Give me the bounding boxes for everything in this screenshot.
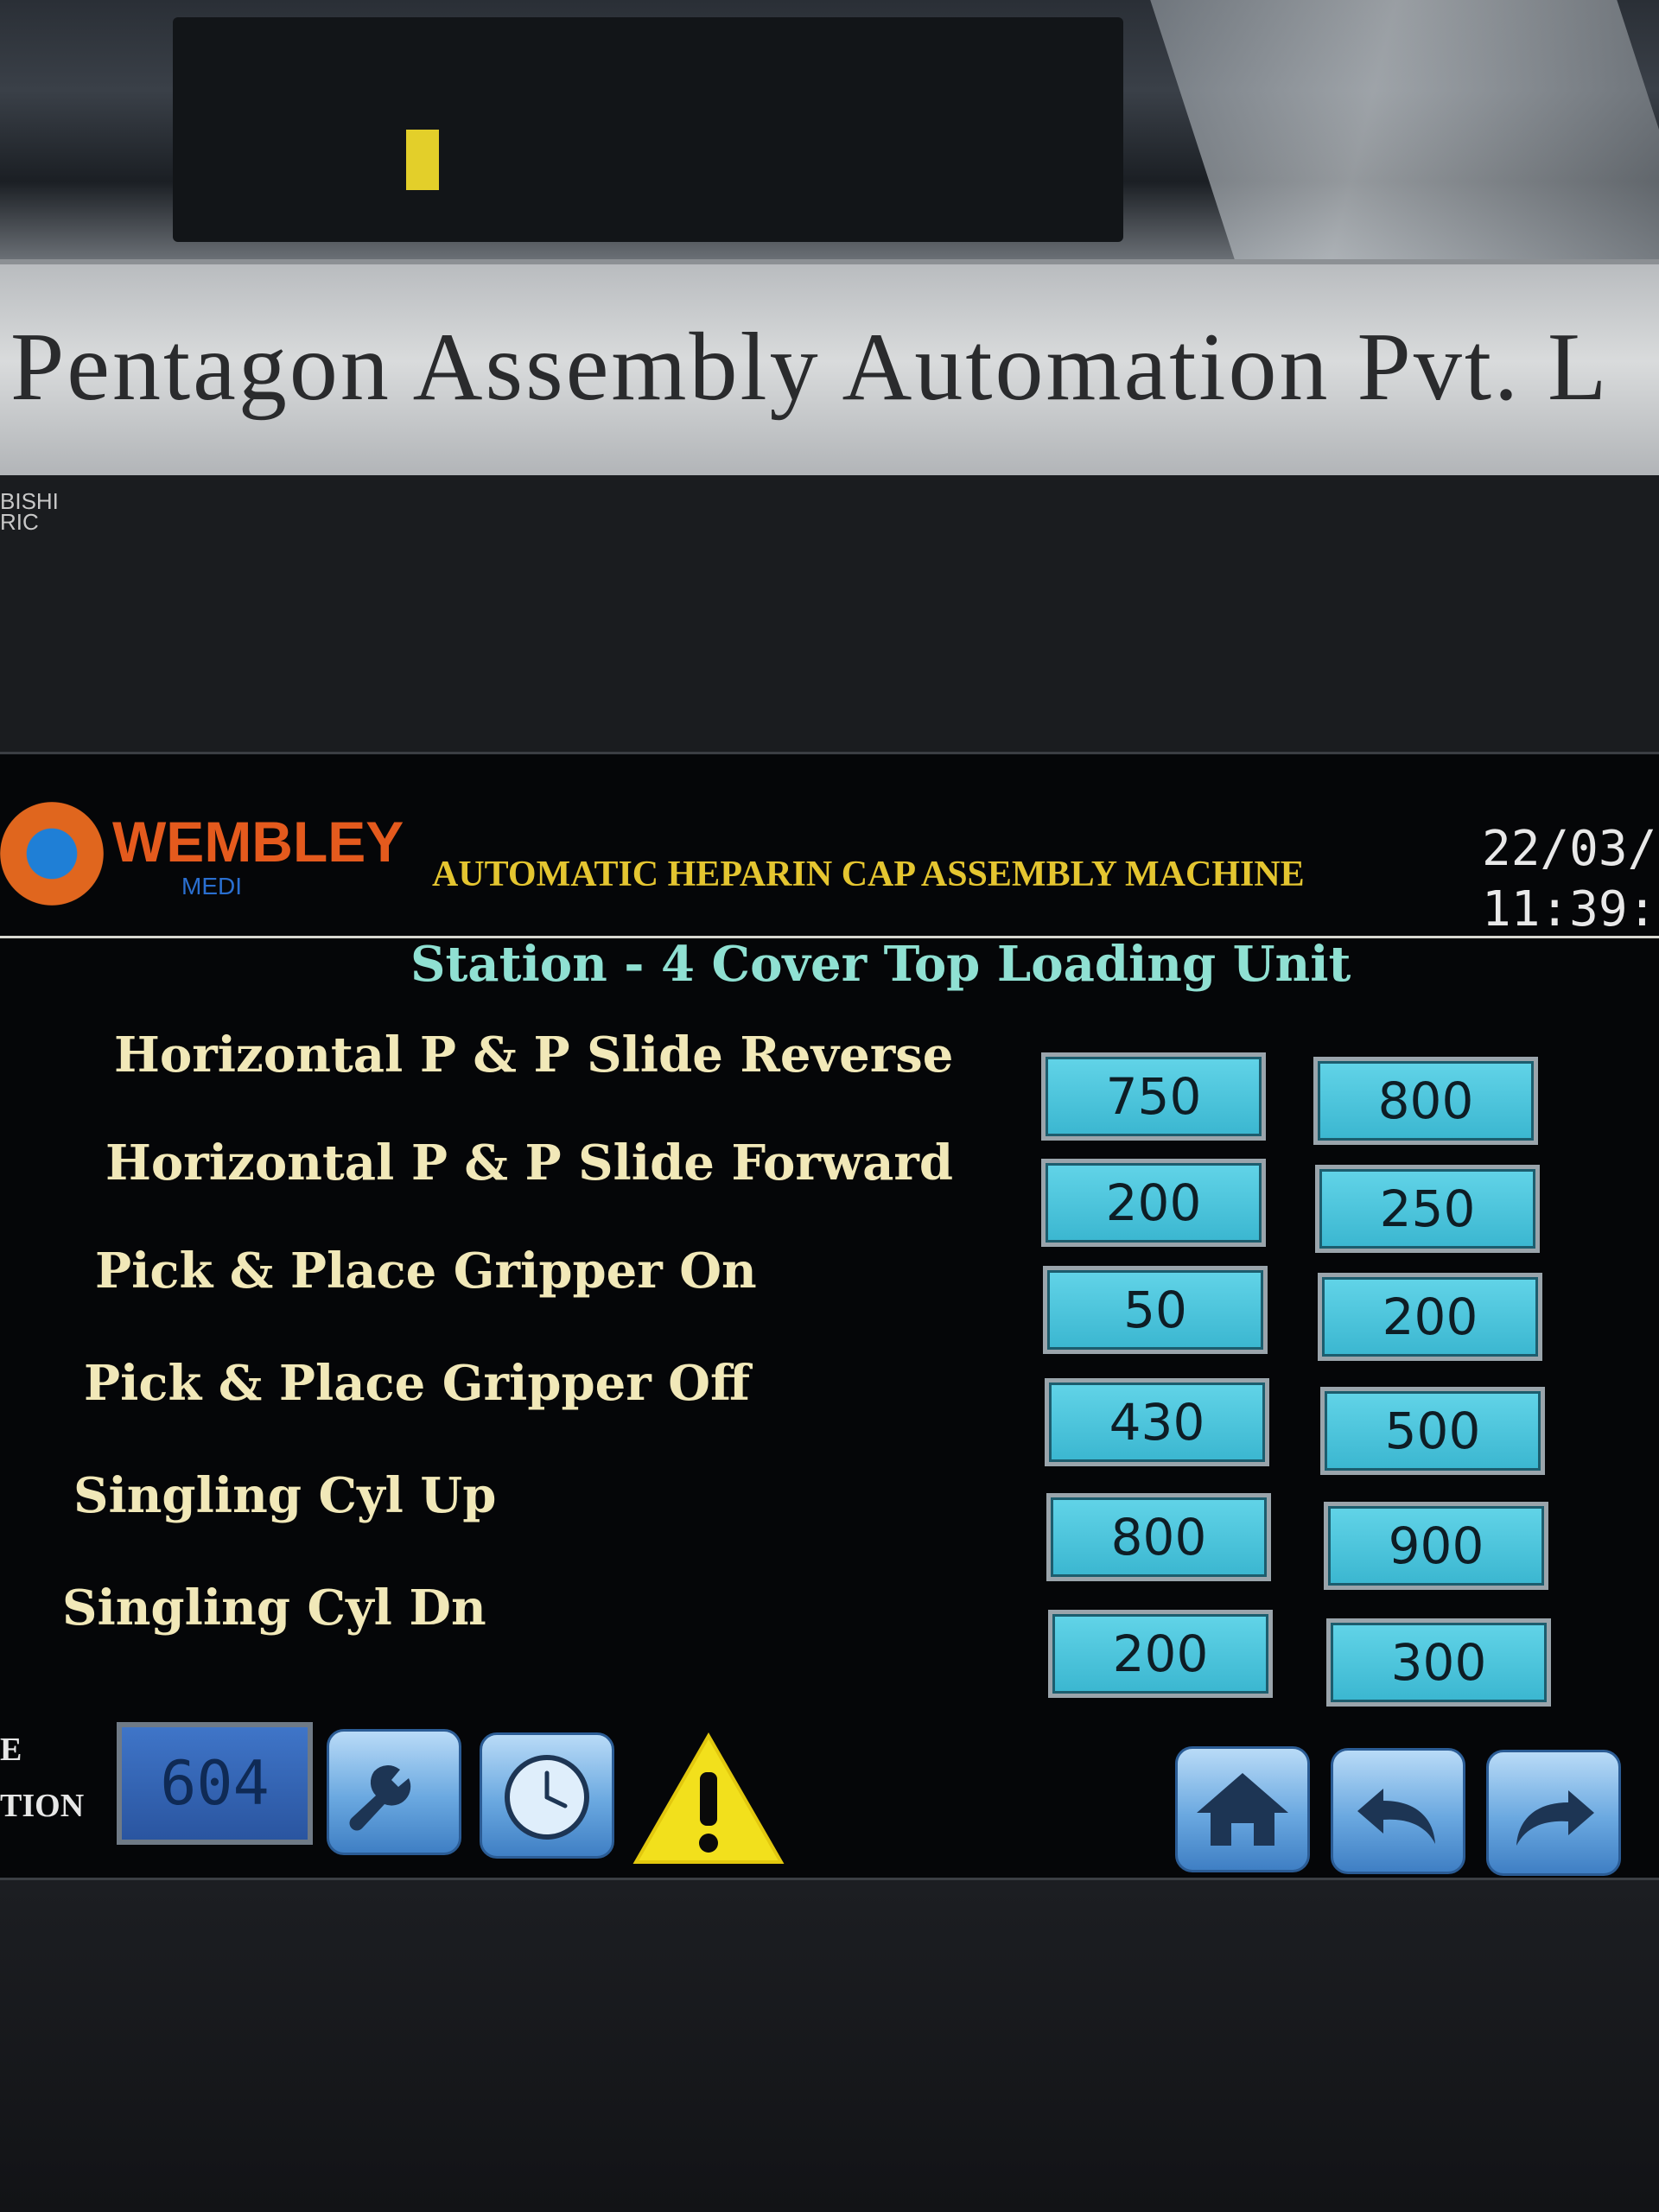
wrench-icon (349, 1765, 411, 1831)
forward-button[interactable] (1486, 1750, 1621, 1876)
production-counter: 604 (117, 1722, 313, 1845)
slide-reverse-value-b[interactable]: 800 (1313, 1057, 1538, 1145)
singling-dn-value-b[interactable]: 300 (1326, 1618, 1551, 1707)
timer-button[interactable] (480, 1732, 614, 1859)
time-display: 11:39:2 (1482, 881, 1659, 938)
singling-up-value-b[interactable]: 900 (1324, 1502, 1548, 1590)
slide-forward-value-b[interactable]: 250 (1315, 1165, 1540, 1253)
slide-reverse-value-a[interactable]: 750 (1041, 1052, 1266, 1141)
machine-housing (173, 17, 1123, 242)
wembley-logo: WEMBLEY MEDI (0, 793, 415, 906)
settings-button[interactable] (327, 1729, 461, 1855)
brand-label-line2: RIC (0, 509, 39, 535)
home-button[interactable] (1175, 1746, 1310, 1872)
row-label-singling-cyl-dn: Singling Cyl Dn (62, 1580, 486, 1637)
row-label-slide-reverse: Horizontal P & P Slide Reverse (114, 1027, 954, 1084)
hmi-brand-label: BISHI RIC (0, 490, 59, 535)
nameplate: Pentagon Assembly Automation Pvt. L (0, 259, 1659, 486)
screen-header: WEMBLEY MEDI AUTOMATIC HEPARIN CAP ASSEM… (0, 772, 1659, 938)
bezel-lower (0, 1880, 1659, 2212)
forward-arrow-icon (1516, 1790, 1594, 1846)
side-label-line1: E (0, 1732, 22, 1768)
row-label-slide-forward: Horizontal P & P Slide Forward (105, 1135, 954, 1192)
hmi-screen: WEMBLEY MEDI AUTOMATIC HEPARIN CAP ASSEM… (0, 752, 1659, 1881)
gripper-on-value-b[interactable]: 200 (1318, 1273, 1542, 1361)
yellow-marker (406, 130, 439, 190)
logo-text: WEMBLEY (112, 810, 404, 874)
machine-title: AUTOMATIC HEPARIN CAP ASSEMBLY MACHINE (432, 855, 1305, 894)
station-title: Station - 4 Cover Top Loading Unit (410, 936, 1351, 993)
logo-subtext: MEDI (181, 873, 242, 899)
side-label-line2: TION (0, 1788, 85, 1824)
back-arrow-icon (1357, 1789, 1435, 1844)
row-label-gripper-on: Pick & Place Gripper On (95, 1243, 757, 1300)
row-label-gripper-off: Pick & Place Gripper Off (84, 1355, 751, 1412)
gripper-on-value-a[interactable]: 50 (1043, 1266, 1268, 1354)
back-button[interactable] (1331, 1748, 1465, 1874)
machine-background (0, 0, 1659, 259)
clock-icon (505, 1755, 589, 1840)
row-label-singling-cyl-up: Singling Cyl Up (73, 1467, 497, 1524)
date-display: 22/03/2 (1482, 821, 1659, 877)
singling-dn-value-a[interactable]: 200 (1048, 1610, 1273, 1698)
warning-icon (632, 1732, 785, 1864)
home-icon (1197, 1773, 1288, 1846)
slide-forward-value-a[interactable]: 200 (1041, 1159, 1266, 1247)
gripper-off-value-a[interactable]: 430 (1045, 1378, 1269, 1466)
aluminium-rail (1150, 0, 1659, 259)
gear-globe-icon (0, 802, 104, 906)
nameplate-text: Pentagon Assembly Automation Pvt. L (10, 314, 1610, 421)
alarm-indicator[interactable] (631, 1731, 786, 1869)
gripper-off-value-b[interactable]: 500 (1320, 1387, 1545, 1475)
singling-up-value-a[interactable]: 800 (1046, 1493, 1271, 1581)
datetime-display: 22/03/2 11:39:2 (1482, 819, 1659, 940)
